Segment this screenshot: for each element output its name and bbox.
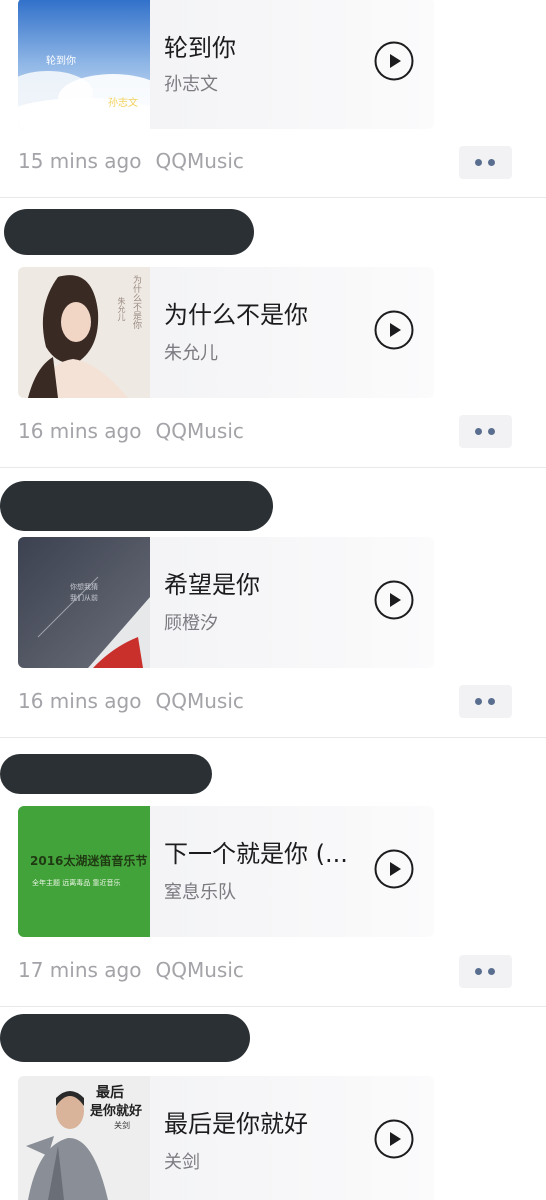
play-icon[interactable] [374,580,414,620]
more-dots-icon [488,698,495,705]
play-icon[interactable] [374,310,414,350]
redacted-username [4,209,254,255]
post-time: 15 mins ago [18,149,142,173]
album-cover: 轮到你 孙志文 [18,0,150,129]
cover-caption: 全年主题 远离毒品 靠近音乐 [32,879,121,887]
song-title: 为什么不是你 [164,301,308,329]
cover-caption: 为什么不是你 [131,275,141,329]
album-cover: 2016太湖迷笛音乐节 全年主题 远离毒品 靠近音乐 [18,806,150,937]
post-meta: 15 mins ago QQMusic [18,149,244,173]
cover-caption: 朱允儿 [117,297,126,321]
song-title: 下一个就是你 (... [164,840,348,868]
post-meta: 16 mins ago QQMusic [18,419,244,443]
cover-caption: 我们从前 [70,594,98,602]
music-card[interactable]: 2016太湖迷笛音乐节 全年主题 远离毒品 靠近音乐 下一个就是你 (... 窒… [18,806,434,937]
song-title: 轮到你 [164,34,236,62]
divider [0,467,546,468]
divider [0,197,546,198]
song-artist: 孙志文 [164,74,218,95]
song-artist: 关剑 [164,1152,200,1173]
music-card[interactable]: 你想我猜 我们从前 希望是你 顾橙汐 [18,537,434,668]
song-title: 最后是你就好 [164,1110,308,1138]
more-button[interactable] [459,955,512,988]
more-dots-icon [475,428,482,435]
redacted-username [0,1014,250,1062]
post-meta: 16 mins ago QQMusic [18,689,244,713]
play-icon[interactable] [374,41,414,81]
post-source[interactable]: QQMusic [156,958,244,982]
more-dots-icon [475,698,482,705]
post-source[interactable]: QQMusic [156,419,244,443]
divider [0,1006,546,1007]
album-cover: 你想我猜 我们从前 [18,537,150,668]
more-dots-icon [475,968,482,975]
cover-caption: 轮到你 [46,56,76,67]
more-button[interactable] [459,415,512,448]
post-source[interactable]: QQMusic [156,689,244,713]
cover-caption: 你想我猜 [70,583,98,591]
cover-caption: 关剑 [114,1121,130,1130]
music-card[interactable]: 为什么不是你 朱允儿 为什么不是你 朱允儿 [18,267,434,398]
album-cover: 为什么不是你 朱允儿 [18,267,150,398]
song-title: 希望是你 [164,571,260,599]
music-card[interactable]: 最后 是你就好 关剑 最后是你就好 关剑 [18,1076,434,1200]
redacted-username [0,754,212,794]
cover-caption: 是你就好 [90,1104,143,1119]
play-icon[interactable] [374,1119,414,1159]
more-dots-icon [488,968,495,975]
more-button[interactable] [459,685,512,718]
song-artist: 窒息乐队 [164,882,236,903]
more-dots-icon [488,428,495,435]
post-source[interactable]: QQMusic [156,149,244,173]
more-dots-icon [475,159,482,166]
post-time: 16 mins ago [18,689,142,713]
post-time: 16 mins ago [18,419,142,443]
play-icon[interactable] [374,849,414,889]
divider [0,737,546,738]
song-artist: 朱允儿 [164,343,218,364]
post-meta: 17 mins ago QQMusic [18,958,244,982]
more-button[interactable] [459,146,512,179]
post-time: 17 mins ago [18,958,142,982]
more-dots-icon [488,159,495,166]
cover-caption: 最后 [96,1085,124,1101]
album-cover: 最后 是你就好 关剑 [18,1076,150,1200]
song-artist: 顾橙汐 [164,613,218,634]
cover-caption: 2016太湖迷笛音乐节 [30,854,148,868]
music-card[interactable]: 轮到你 孙志文 轮到你 孙志文 [18,0,434,129]
redacted-username [0,481,273,531]
cover-caption: 孙志文 [108,98,138,109]
